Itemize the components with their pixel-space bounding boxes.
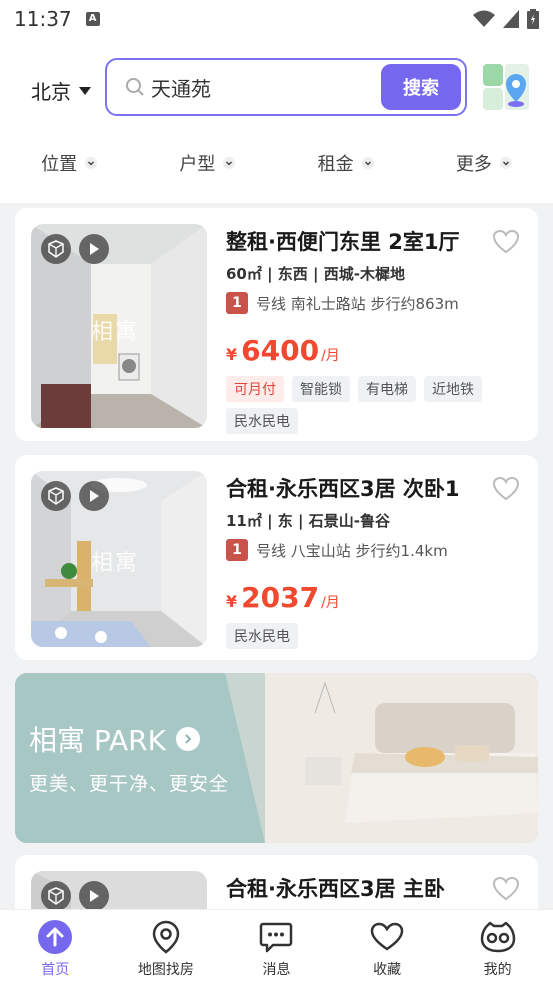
- city-label: 北京: [31, 80, 71, 104]
- favorite-heart-icon[interactable]: [492, 475, 520, 503]
- filter-layout[interactable]: 户型: [138, 150, 276, 176]
- filter-bar: 位置 户型 租金 更多: [0, 150, 553, 176]
- search-box: 搜索: [105, 58, 467, 116]
- tab-profile[interactable]: 我的: [442, 910, 553, 984]
- price-value: 2037: [241, 581, 320, 614]
- city-selector[interactable]: 北京: [31, 76, 91, 105]
- battery-icon: [527, 9, 539, 29]
- tab-map[interactable]: 地图找房: [111, 910, 222, 984]
- map-view-icon[interactable]: [481, 62, 531, 112]
- watermark-text: 相寓: [91, 551, 140, 576]
- status-indicators: [473, 9, 539, 29]
- favorite-heart-icon[interactable]: [492, 228, 520, 256]
- listing-photo: 相寓: [31, 224, 207, 428]
- search-button[interactable]: 搜索: [381, 64, 461, 110]
- tab-label: 我的: [483, 962, 512, 978]
- promo-subtitle: 更美、更干净、更安全: [29, 773, 230, 795]
- listing-card[interactable]: 合租·永乐西区3居 主卧: [15, 855, 538, 909]
- listing-list: 相寓 整租·西便门东里 2室1厅 60㎡ | 东西 | 西城-木樨地 1 号线 …: [0, 203, 553, 909]
- search-input[interactable]: [151, 75, 371, 99]
- metro-text: 号线 南礼士路站 步行约863m: [256, 294, 459, 313]
- filter-location[interactable]: 位置: [0, 150, 138, 176]
- play-video-icon[interactable]: [79, 481, 109, 511]
- listing-photo: 相寓: [31, 471, 207, 647]
- bottom-tab-bar: 首页 地图找房 消息 收藏 我的: [0, 909, 553, 984]
- price-unit: /月: [321, 595, 340, 611]
- filter-label: 更多: [455, 154, 492, 175]
- listing-tags: 民水民电: [226, 623, 526, 649]
- chevron-down-icon: [85, 157, 98, 169]
- tab-label: 首页: [41, 962, 70, 978]
- caret-down-icon: [79, 86, 91, 95]
- tab-label: 收藏: [373, 962, 402, 978]
- tab-home[interactable]: 首页: [0, 910, 111, 984]
- favorite-heart-icon[interactable]: [492, 875, 520, 903]
- listing-title: 合租·永乐西区3居 主卧: [226, 877, 445, 901]
- listing-title: 合租·永乐西区3居 次卧1: [226, 477, 460, 501]
- price-value: 6400: [241, 334, 320, 367]
- tag: 可月付: [226, 376, 284, 402]
- listing-photo: [31, 871, 207, 909]
- filter-rent[interactable]: 租金: [277, 150, 415, 176]
- play-video-icon[interactable]: [79, 881, 109, 909]
- home-arrow-icon: [37, 919, 73, 955]
- filter-more[interactable]: 更多: [415, 150, 553, 176]
- listing-card[interactable]: 相寓 整租·西便门东里 2室1厅 60㎡ | 东西 | 西城-木樨地 1 号线 …: [15, 208, 538, 441]
- tab-label: 地图找房: [137, 962, 194, 978]
- vr-badge-icon[interactable]: [41, 234, 71, 264]
- tag: 智能锁: [292, 376, 350, 402]
- filter-label: 租金: [317, 154, 354, 175]
- top-header: 北京 搜索 位置 户型 租金 更多: [0, 38, 553, 203]
- metro-info: 1 号线 南礼士路站 步行约863m: [226, 292, 459, 314]
- tab-label: 消息: [262, 962, 291, 978]
- filter-label: 位置: [41, 154, 78, 175]
- vr-badge-icon[interactable]: [41, 881, 71, 909]
- listing-price: ¥ 6400 /月: [226, 334, 340, 367]
- price-unit: /月: [321, 348, 340, 364]
- wifi-icon: [473, 10, 495, 27]
- metro-line-badge: 1: [226, 539, 248, 561]
- app-notification-icon: A: [85, 12, 100, 26]
- listing-title: 整租·西便门东里 2室1厅: [226, 230, 460, 254]
- listing-price: ¥ 2037 /月: [226, 581, 340, 614]
- price-currency: ¥: [226, 345, 238, 364]
- chevron-down-icon: [361, 157, 374, 169]
- signal-icon: [503, 10, 519, 28]
- tab-messages[interactable]: 消息: [221, 910, 332, 984]
- status-bar: 11:37 A: [0, 0, 553, 38]
- chevron-down-icon: [223, 157, 236, 169]
- watermark-text: 相寓: [91, 320, 140, 345]
- search-icon: [126, 78, 144, 96]
- filter-label: 户型: [179, 154, 216, 175]
- listing-card[interactable]: 相寓 合租·永乐西区3居 次卧1 11㎡ | 东 | 石景山-鲁谷 1 号线 八…: [15, 455, 538, 660]
- listing-details: 11㎡ | 东 | 石景山-鲁谷: [226, 512, 390, 530]
- listing-tags: 可月付 智能锁 有电梯 近地铁 民水民电: [226, 376, 526, 434]
- vr-badge-icon[interactable]: [41, 481, 71, 511]
- price-currency: ¥: [226, 592, 238, 611]
- tab-favorites[interactable]: 收藏: [332, 910, 443, 984]
- play-video-icon[interactable]: [79, 234, 109, 264]
- chevron-down-icon: [499, 157, 512, 169]
- chevron-right-icon: [175, 727, 200, 751]
- tag: 民水民电: [226, 408, 298, 434]
- metro-text: 号线 八宝山站 步行约1.4km: [256, 541, 448, 560]
- metro-info: 1 号线 八宝山站 步行约1.4km: [226, 539, 448, 561]
- listing-details: 60㎡ | 东西 | 西城-木樨地: [226, 265, 405, 283]
- profile-icon: [480, 919, 516, 955]
- tag: 有电梯: [358, 376, 416, 402]
- tag: 近地铁: [424, 376, 482, 402]
- tag: 民水民电: [226, 623, 298, 649]
- metro-line-badge: 1: [226, 292, 248, 314]
- heart-icon: [369, 919, 405, 955]
- promo-banner[interactable]: 相寓 PARK 更美、更干净、更安全: [15, 673, 538, 843]
- promo-title: 相寓 PARK: [29, 719, 200, 759]
- map-pin-icon: [148, 919, 184, 955]
- promo-title-text: 相寓 PARK: [29, 724, 166, 757]
- message-icon: [258, 919, 294, 955]
- status-time: 11:37: [14, 7, 72, 31]
